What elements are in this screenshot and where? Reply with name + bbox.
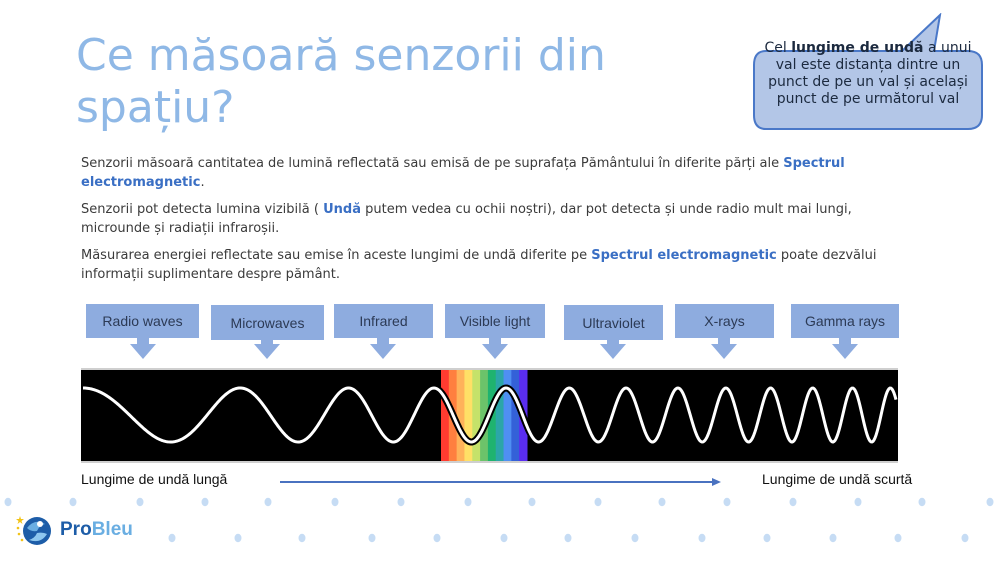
droplet-dot xyxy=(763,533,771,543)
down-arrow-icon xyxy=(832,344,858,359)
highlight-term: Spectrul electromagnetic xyxy=(591,248,777,263)
visible-color-band xyxy=(511,370,520,461)
droplet-dot xyxy=(168,533,176,543)
droplet-dot xyxy=(69,497,77,507)
droplet-dot xyxy=(918,497,926,507)
droplet-dot xyxy=(631,533,639,543)
down-arrow-icon xyxy=(711,344,737,359)
highlight-term: Undă xyxy=(323,202,361,217)
callout-bold-term: lungime de undă xyxy=(791,40,924,56)
wavelength-callout: Cel lungime de undă a unui val este dist… xyxy=(752,13,984,131)
spectrum-svg xyxy=(82,370,900,461)
spectrum-wave-diagram xyxy=(81,368,900,463)
long-wavelength-label: Lungime de undă lungă xyxy=(81,471,228,487)
page-title: Ce măsoară senzorii din spațiu? xyxy=(76,30,606,133)
droplet-dot xyxy=(894,533,902,543)
down-arrow-icon xyxy=(370,344,396,359)
paragraph-text: Măsurarea energiei reflectate sau emise … xyxy=(81,248,592,263)
body-text: Senzorii măsoară cantitatea de lumină re… xyxy=(81,154,881,292)
band-label-radio: Radio waves xyxy=(86,304,199,338)
visible-color-band xyxy=(441,370,450,461)
paragraph-text: Senzorii măsoară cantitatea de lumină re… xyxy=(81,156,784,171)
visible-color-band xyxy=(495,370,505,461)
droplet-dot xyxy=(433,533,441,543)
droplet-dot xyxy=(397,497,405,507)
decorative-dots xyxy=(4,497,994,543)
down-arrow-icon xyxy=(600,344,626,359)
droplet-dot xyxy=(986,497,994,507)
band-label-gamma: Gamma rays xyxy=(791,304,899,338)
droplet-dot xyxy=(961,533,969,543)
band-label-infrared: Infrared xyxy=(334,304,433,338)
droplet-dot xyxy=(829,533,837,543)
droplet-dot xyxy=(298,533,306,543)
paragraph-3: Măsurarea energiei reflectate sau emise … xyxy=(81,246,881,284)
droplet-dot xyxy=(234,533,242,543)
droplet-dot xyxy=(4,497,12,507)
visible-color-band xyxy=(472,370,481,461)
droplet-dot xyxy=(201,497,209,507)
band-label-visible: Visible light xyxy=(445,304,545,338)
droplet-dot xyxy=(658,497,666,507)
droplet-dot xyxy=(594,497,602,507)
down-arrow-icon xyxy=(482,344,508,359)
band-label-ultraviolet: Ultraviolet xyxy=(564,305,663,340)
probleu-logo: ProBleu xyxy=(15,512,133,548)
droplet-dot xyxy=(854,497,862,507)
paragraph-1: Senzorii măsoară cantitatea de lumină re… xyxy=(81,154,881,192)
droplet-dot xyxy=(464,497,472,507)
paragraph-text: . xyxy=(200,175,205,190)
short-wavelength-label: Lungime de undă scurtă xyxy=(762,471,913,487)
paragraph-2: Senzorii pot detecta lumina vizibilă ( U… xyxy=(81,200,881,238)
droplet-dot xyxy=(264,497,272,507)
droplet-dot xyxy=(500,533,508,543)
logo-icon xyxy=(16,516,51,545)
logo-pro: Pro xyxy=(60,519,92,540)
logo-text: ProBleu xyxy=(60,519,133,541)
visible-color-band xyxy=(464,370,473,461)
droplet-dot xyxy=(698,533,706,543)
callout-text: Cel lungime de undă a unui val este dist… xyxy=(762,40,974,108)
logo-bleu: Bleu xyxy=(91,519,133,540)
visible-color-band xyxy=(456,370,465,461)
band-label-xrays: X-rays xyxy=(675,304,774,338)
droplet-dot xyxy=(564,533,572,543)
droplet-dot xyxy=(136,497,144,507)
droplet-dot xyxy=(368,533,376,543)
wavelength-direction-arrow xyxy=(280,478,721,486)
droplet-dot xyxy=(528,497,536,507)
visible-color-band xyxy=(503,370,512,461)
droplet-dot xyxy=(723,497,731,507)
band-label-microwaves: Microwaves xyxy=(211,305,324,340)
down-arrow-icon xyxy=(254,344,280,359)
callout-prefix: Cel xyxy=(764,40,792,56)
down-arrow-icon xyxy=(130,344,156,359)
droplet-dot xyxy=(331,497,339,507)
paragraph-text: Senzorii pot detecta lumina vizibilă ( xyxy=(81,202,324,217)
droplet-dot xyxy=(789,497,797,507)
